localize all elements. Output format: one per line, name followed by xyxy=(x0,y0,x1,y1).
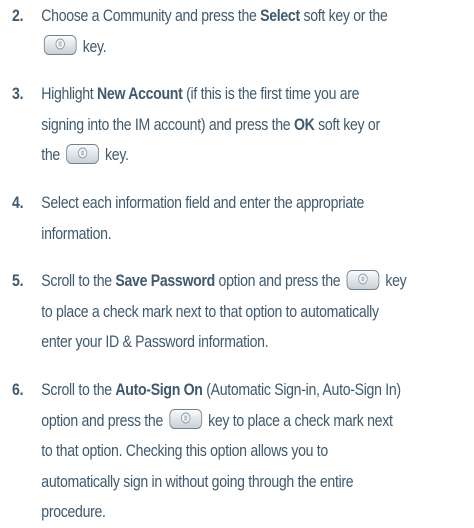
center-select-key-icon xyxy=(346,269,380,290)
text-run: Highlight xyxy=(41,85,98,103)
text-line: to place a check mark next to that optio… xyxy=(41,297,467,328)
text-line: option and press the key to place a chec… xyxy=(41,406,467,437)
text-run: to that option. Checking this option all… xyxy=(41,442,328,461)
text-line: to that option. Checking this option all… xyxy=(41,436,467,467)
manual-page: 2. Choose a Community and press the Selec… xyxy=(0,0,474,521)
center-select-key-icon xyxy=(66,143,99,164)
text-line: Choose a Community and press the Select … xyxy=(41,1,467,32)
text-run: Scroll to the xyxy=(41,381,116,399)
step-number: 4. xyxy=(12,194,24,212)
step-text: Choose a Community and press the Select … xyxy=(41,1,467,62)
text-line: automatically sign in without going thro… xyxy=(41,467,467,498)
bold-term: Save Password xyxy=(115,272,215,290)
bold-term: New Account xyxy=(97,85,183,103)
text-run: Select each information field and enter … xyxy=(41,194,365,212)
text-run: Choose a Community and press the xyxy=(41,7,261,25)
text-line: information. xyxy=(41,219,467,250)
text-line: Highlight New Account (if this is the fi… xyxy=(41,79,467,110)
step-text: Scroll to the Save Password option and p… xyxy=(41,266,467,358)
text-run: (if this is the first time you are xyxy=(182,85,360,103)
step-text: Highlight New Account (if this is the fi… xyxy=(41,79,467,171)
bold-term: Auto-Sign On xyxy=(115,381,203,399)
center-select-key-icon xyxy=(43,35,77,56)
text-run: signing into the IM account) and press t… xyxy=(41,115,294,134)
text-run: key. xyxy=(101,146,129,165)
step-number: 6. xyxy=(12,381,24,399)
step-number: 5. xyxy=(12,272,24,290)
text-line: enter your ID & Password information. xyxy=(41,327,467,358)
center-select-key-icon xyxy=(169,409,202,430)
text-run: procedure. xyxy=(41,503,106,522)
text-line: Select each information field and enter … xyxy=(41,188,467,219)
bold-term: OK xyxy=(293,115,315,134)
text-run: (Automatic Sign-in, Auto-Sign In) xyxy=(202,381,401,399)
text-run: to place a check mark next to that optio… xyxy=(41,302,379,321)
text-run: automatically sign in without going thro… xyxy=(41,472,354,491)
text-run: the xyxy=(41,146,64,165)
step-text: Scroll to the Auto-Sign On (Automatic Si… xyxy=(41,375,467,528)
text-run: key. xyxy=(79,37,107,56)
text-run: option and press the xyxy=(41,411,167,430)
step-number: 3. xyxy=(12,85,24,103)
text-run: soft key or the xyxy=(299,7,388,25)
text-run: key to place a check mark next xyxy=(204,411,393,430)
text-line: procedure. xyxy=(41,497,467,528)
step-number: 2. xyxy=(12,7,24,25)
text-line: Scroll to the Auto-Sign On (Automatic Si… xyxy=(41,375,467,406)
text-line: Scroll to the Save Password option and p… xyxy=(41,266,467,297)
text-line: signing into the IM account) and press t… xyxy=(41,110,467,141)
step-text: Select each information field and enter … xyxy=(41,188,467,249)
text-run: option and press the xyxy=(214,272,344,290)
text-run: soft key or xyxy=(314,115,380,134)
text-run: information. xyxy=(41,224,112,243)
bold-term: Select xyxy=(260,7,300,25)
text-run: enter your ID & Password information. xyxy=(41,333,269,352)
text-run: key xyxy=(381,272,407,290)
text-line: the key. xyxy=(41,140,467,171)
text-run: Scroll to the xyxy=(41,272,116,290)
text-line: key. xyxy=(41,32,467,63)
